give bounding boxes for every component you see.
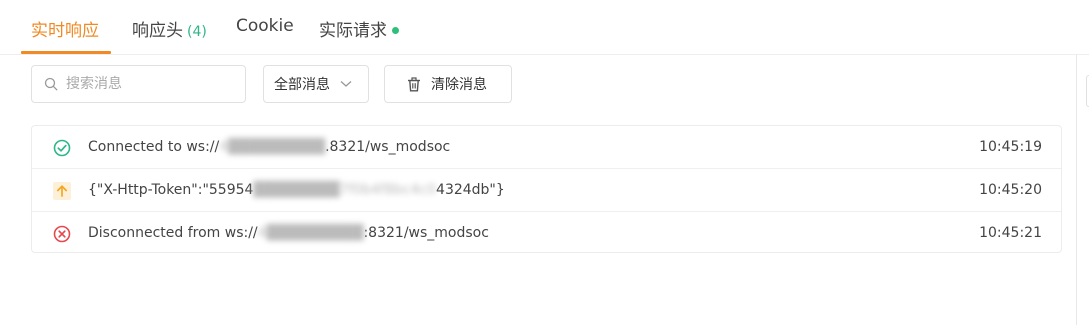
- tab-label: Cookie: [236, 16, 294, 36]
- clear-button-label: 清除消息: [431, 77, 487, 93]
- check-circle-icon: [53, 139, 71, 157]
- trash-icon: [408, 76, 420, 91]
- message-list: Connected to ws://4█████████.8321/ws_mod…: [31, 125, 1062, 253]
- tab-label: 响应头: [132, 21, 183, 41]
- arrow-up-icon: [53, 182, 71, 200]
- redacted-text: 4█████████: [257, 225, 364, 241]
- active-tab-indicator: [21, 51, 111, 54]
- message-time: 10:45:19: [979, 139, 1042, 155]
- tab-label: 实际请求: [319, 21, 387, 41]
- message-row[interactable]: Disconnected from ws://4█████████:8321/w…: [32, 212, 1061, 254]
- search-icon: [44, 77, 58, 91]
- tab-actual-request[interactable]: 实际请求: [319, 16, 399, 41]
- message-text: {"X-Http-Token":"55954████████7f0b4f8bc4…: [88, 182, 505, 198]
- header-count-badge: (4): [187, 24, 207, 40]
- message-text: Connected to ws://4█████████.8321/ws_mod…: [88, 139, 451, 155]
- message-row[interactable]: {"X-Http-Token":"55954████████7f0b4f8bc4…: [32, 169, 1061, 212]
- message-row[interactable]: Connected to ws://4█████████.8321/ws_mod…: [32, 126, 1061, 169]
- chevron-down-icon: [340, 81, 352, 87]
- clear-messages-button[interactable]: 清除消息: [384, 65, 512, 103]
- message-time: 10:45:20: [979, 182, 1042, 198]
- redacted-text: ████████7f0b4f8bc4c0: [253, 182, 437, 198]
- filter-selected-value: 全部消息: [274, 77, 330, 93]
- tab-response-headers[interactable]: 响应头 (4): [132, 16, 207, 41]
- search-box: [31, 65, 246, 103]
- message-text: Disconnected from ws://4█████████:8321/w…: [88, 225, 489, 241]
- close-circle-icon: [53, 225, 71, 243]
- tab-label: 实时响应: [31, 21, 99, 41]
- redacted-text: 4█████████: [219, 139, 326, 155]
- search-input[interactable]: [64, 75, 228, 93]
- message-time: 10:45:21: [979, 225, 1042, 241]
- tab-cookie[interactable]: Cookie: [236, 16, 294, 36]
- tab-realtime-response[interactable]: 实时响应: [31, 16, 99, 41]
- message-filter-select[interactable]: 全部消息: [263, 65, 369, 103]
- tab-bar: 实时响应 响应头 (4) Cookie 实际请求: [0, 0, 1089, 55]
- status-dot-icon: [392, 26, 399, 34]
